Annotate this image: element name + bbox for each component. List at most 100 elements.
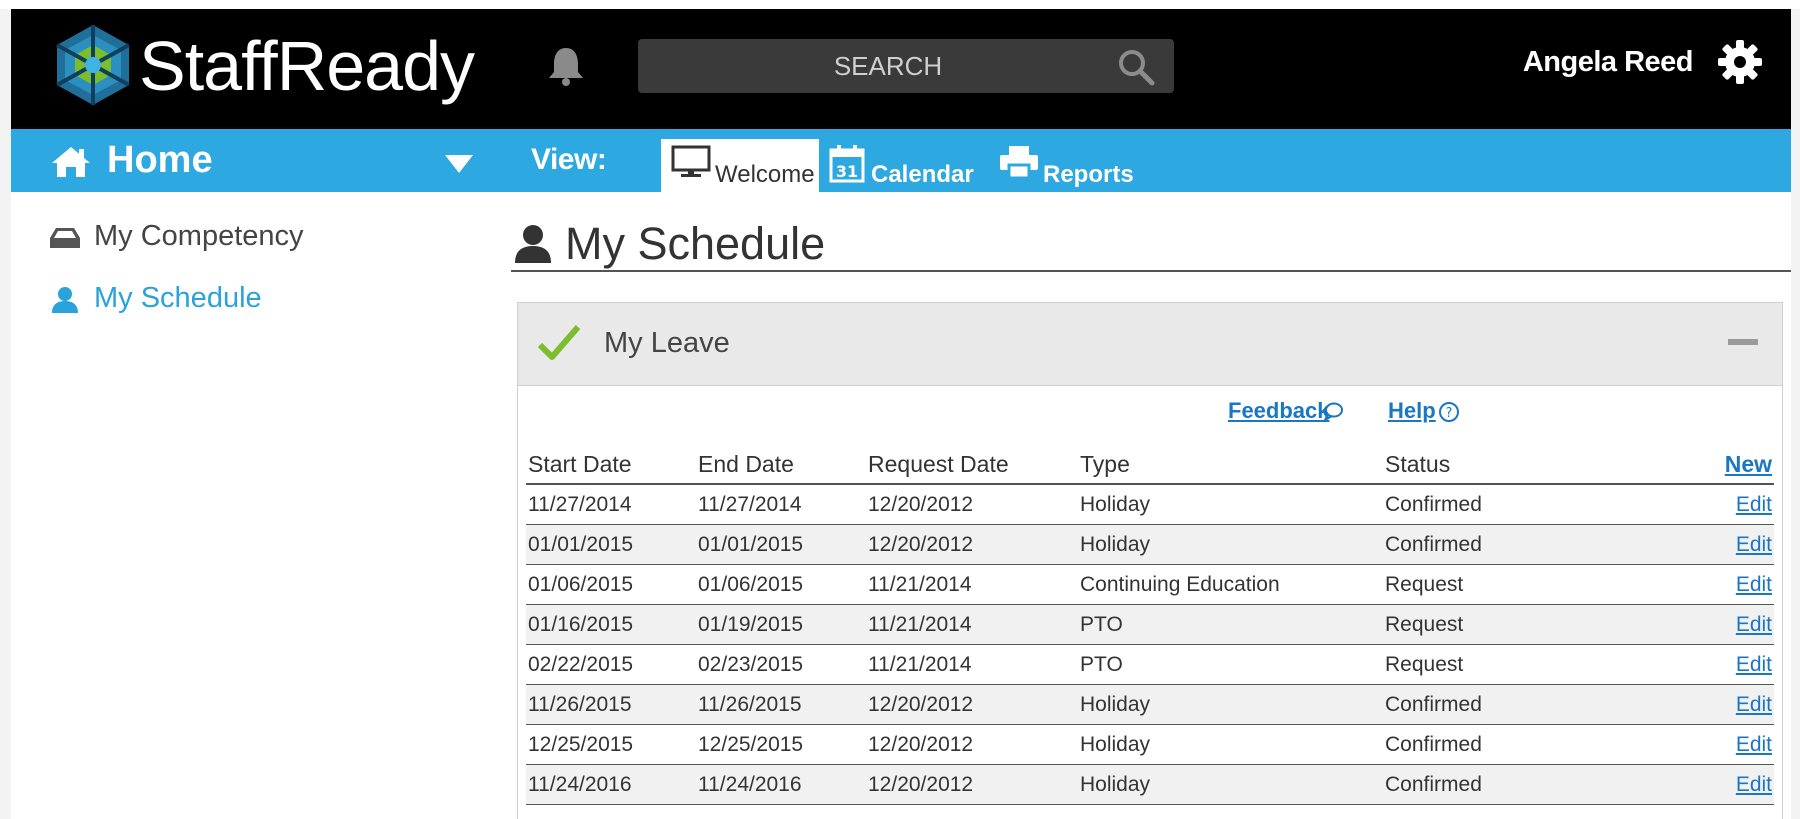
calendar-icon: 31 [829, 145, 865, 183]
brand-name: StaffReady [139, 27, 475, 105]
cell-type: Holiday [1078, 484, 1383, 525]
tab-label: Welcome [715, 161, 815, 188]
cell-status: Confirmed [1383, 524, 1683, 565]
new-column: New [1683, 445, 1774, 485]
edit-link[interactable]: Edit [1736, 773, 1772, 796]
printer-icon [1000, 146, 1038, 179]
cell-request-date: 12/20/2012 [866, 484, 1078, 525]
table-row: 11/24/2016 11/24/2016 12/20/2012 Holiday… [526, 764, 1774, 805]
cell-edit: Edit [1683, 764, 1774, 805]
checkmark-icon [537, 325, 581, 360]
cell-type: Continuing Education [1078, 564, 1383, 605]
cell-start-date: 11/24/2016 [526, 764, 696, 805]
cell-end-date: 01/01/2015 [696, 524, 866, 565]
collapse-icon[interactable] [1728, 339, 1758, 345]
edit-link[interactable]: Edit [1736, 493, 1772, 516]
cell-type: PTO [1078, 644, 1383, 685]
cell-edit: Edit [1683, 604, 1774, 645]
cell-end-date: 12/25/2015 [696, 724, 866, 765]
cell-edit: Edit [1683, 644, 1774, 685]
svg-text:?: ? [1446, 406, 1453, 421]
user-name[interactable]: Angela Reed [1523, 46, 1694, 79]
cell-status: Confirmed [1383, 484, 1683, 525]
gear-icon[interactable] [1717, 39, 1763, 85]
tab-label: Reports [1043, 161, 1134, 188]
cell-start-date: 11/26/2015 [526, 684, 696, 725]
chevron-down-icon[interactable] [445, 155, 473, 173]
home-icon[interactable] [51, 146, 91, 178]
search-input[interactable] [638, 39, 1098, 93]
cell-edit: Edit [1683, 484, 1774, 525]
tab-reports[interactable]: Reports [989, 139, 1139, 192]
question-circle-icon[interactable]: ? [1438, 401, 1460, 423]
cell-end-date: 01/19/2015 [696, 604, 866, 645]
cell-status: Request [1383, 644, 1683, 685]
panel-header[interactable]: My Leave [518, 303, 1782, 386]
staffready-logo-icon[interactable] [49, 21, 137, 109]
cell-type: Holiday [1078, 724, 1383, 765]
table-row: 11/26/2015 11/26/2015 12/20/2012 Holiday… [526, 684, 1774, 725]
cell-end-date: 01/06/2015 [696, 564, 866, 605]
cell-request-date: 12/20/2012 [866, 764, 1078, 805]
edit-link[interactable]: Edit [1736, 733, 1772, 756]
cell-status: Confirmed [1383, 724, 1683, 765]
page-header: My Schedule [511, 218, 1791, 272]
column-header-start-date[interactable]: Start Date [526, 445, 696, 485]
edit-link[interactable]: Edit [1736, 533, 1772, 556]
search-icon[interactable] [1116, 47, 1156, 87]
cell-edit: Edit [1683, 684, 1774, 725]
cell-start-date: 01/16/2015 [526, 604, 696, 645]
new-leave-link[interactable]: New [1725, 451, 1772, 477]
edit-link[interactable]: Edit [1736, 573, 1772, 596]
cell-edit: Edit [1683, 564, 1774, 605]
tab-calendar[interactable]: 31 Calendar [827, 139, 977, 192]
cell-status: Request [1383, 604, 1683, 645]
cell-status: Confirmed [1383, 764, 1683, 805]
cell-start-date: 01/01/2015 [526, 524, 696, 565]
cell-edit: Edit [1683, 524, 1774, 565]
panel-title: My Leave [604, 327, 730, 359]
cell-status: Request [1383, 564, 1683, 605]
nav-bar: Home View: Welcome 31 Calendar Reports [11, 129, 1791, 192]
cell-request-date: 11/21/2014 [866, 564, 1078, 605]
cell-type: Holiday [1078, 524, 1383, 565]
cell-end-date: 11/24/2016 [696, 764, 866, 805]
bell-icon[interactable] [543, 43, 589, 89]
cell-edit: Edit [1683, 724, 1774, 765]
table-header-row: Start Date End Date Request Date Type St… [526, 445, 1774, 485]
edit-link[interactable]: Edit [1736, 693, 1772, 716]
column-header-status[interactable]: Status [1383, 445, 1683, 485]
cell-request-date: 12/20/2012 [866, 724, 1078, 765]
column-header-end-date[interactable]: End Date [696, 445, 866, 485]
table-row: 01/06/2015 01/06/2015 11/21/2014 Continu… [526, 564, 1774, 605]
tab-welcome[interactable]: Welcome [661, 139, 819, 192]
help-link[interactable]: Help [1388, 398, 1436, 424]
cell-type: Holiday [1078, 684, 1383, 725]
column-header-request-date[interactable]: Request Date [866, 445, 1078, 485]
column-header-type[interactable]: Type [1078, 445, 1383, 485]
cell-end-date: 11/27/2014 [696, 484, 866, 525]
cell-type: PTO [1078, 604, 1383, 645]
speech-bubble-icon[interactable] [1322, 401, 1344, 423]
home-menu-label[interactable]: Home [107, 139, 213, 182]
search-box [638, 39, 1174, 93]
feedback-link[interactable]: Feedback [1228, 398, 1330, 424]
leave-table: Start Date End Date Request Date Type St… [526, 445, 1774, 805]
edit-link[interactable]: Edit [1736, 653, 1772, 676]
left-shadow [0, 9, 11, 819]
table-row: 01/01/2015 01/01/2015 12/20/2012 Holiday… [526, 524, 1774, 565]
monitor-icon [671, 145, 711, 177]
user-icon [515, 225, 551, 263]
edit-link[interactable]: Edit [1736, 613, 1772, 636]
cell-start-date: 02/22/2015 [526, 644, 696, 685]
table-row: 11/27/2014 11/27/2014 12/20/2012 Holiday… [526, 484, 1774, 525]
my-leave-panel: My Leave Feedback Help ? Start Date End … [517, 302, 1783, 819]
cell-request-date: 11/21/2014 [866, 644, 1078, 685]
cell-end-date: 02/23/2015 [696, 644, 866, 685]
app-window: StaffReady Angela Reed [11, 9, 1791, 819]
cell-request-date: 12/20/2012 [866, 524, 1078, 565]
cell-type: Holiday [1078, 764, 1383, 805]
user-icon [52, 287, 78, 313]
page-title: My Schedule [565, 218, 826, 269]
right-shadow [1791, 9, 1800, 819]
